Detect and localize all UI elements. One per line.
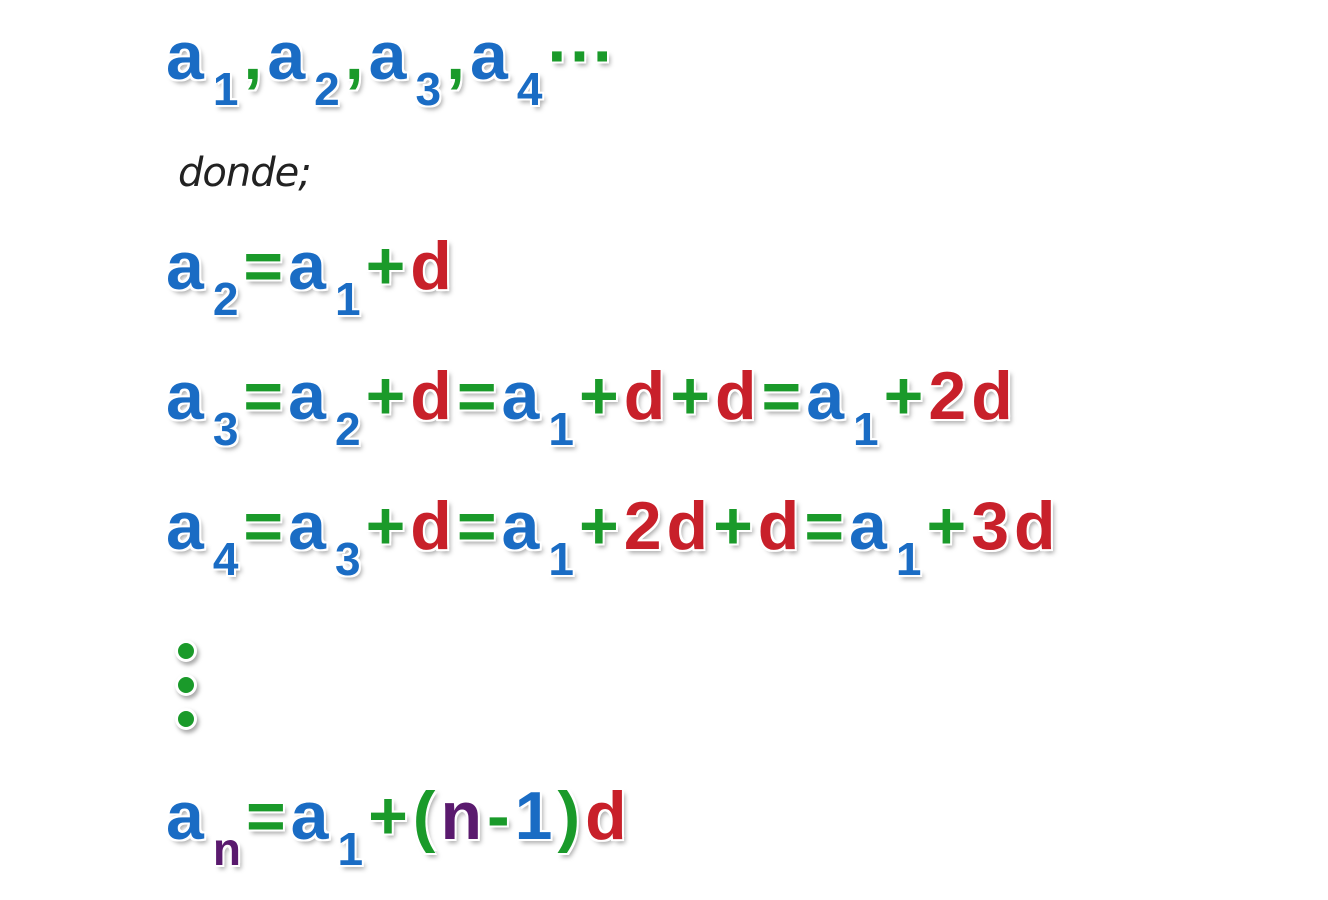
formula-token: d bbox=[410, 488, 452, 564]
formula-token: + bbox=[883, 358, 924, 434]
formula-token: a bbox=[806, 358, 845, 434]
subscript: 2 bbox=[212, 273, 239, 325]
formula-token: d bbox=[410, 358, 452, 434]
formula-token: a bbox=[849, 488, 887, 564]
subscript: 3 bbox=[334, 533, 361, 585]
formula-token: a bbox=[368, 18, 407, 94]
formula-a2: a 2=a 1+d bbox=[166, 228, 457, 322]
formula-token: + bbox=[368, 778, 408, 854]
formula-token: = bbox=[761, 358, 802, 434]
formula-token: a bbox=[501, 488, 540, 564]
formula-token: = bbox=[245, 778, 286, 854]
formula-token: = bbox=[243, 228, 284, 304]
formula-an: a n=a 1+(n-1)d bbox=[166, 778, 632, 872]
formula-token: + bbox=[365, 228, 406, 304]
formula-token: d bbox=[410, 228, 452, 304]
formula-token: = bbox=[804, 488, 845, 564]
formula-token: = bbox=[456, 358, 497, 434]
formula-token: 2 bbox=[928, 358, 967, 434]
formula-token: a bbox=[501, 358, 540, 434]
formula-token: a bbox=[166, 228, 204, 304]
formula-a4: a 4=a 3+d=a 1+2d+d=a 1+3d bbox=[166, 488, 1061, 582]
formula-a3: a 3=a 2+d=a 1+d+d=a 1+2d bbox=[166, 358, 1018, 452]
dot-icon bbox=[175, 674, 197, 696]
formula-token: d bbox=[714, 358, 757, 434]
formula-token: = bbox=[456, 488, 497, 564]
subscript: 1 bbox=[548, 403, 574, 455]
formula-token: ) bbox=[557, 778, 581, 854]
formula-token: + bbox=[578, 488, 619, 564]
formula-token: d bbox=[666, 488, 709, 564]
formula-token: - bbox=[487, 778, 510, 854]
formula-token: = bbox=[243, 488, 284, 564]
subscript: 4 bbox=[212, 533, 239, 585]
subscript: 3 bbox=[212, 403, 239, 455]
subscript: 1 bbox=[895, 533, 922, 585]
formula-token: 3 bbox=[971, 488, 1010, 564]
formula-token: = bbox=[243, 358, 284, 434]
formula-token: , bbox=[243, 18, 263, 94]
formula-token: + bbox=[578, 358, 619, 434]
formula-token: a bbox=[166, 488, 204, 564]
formula-token: a bbox=[166, 18, 204, 94]
subscript: 1 bbox=[212, 63, 239, 115]
formula-token: ··· bbox=[547, 18, 616, 94]
subscript: 2 bbox=[334, 403, 361, 455]
subscript: 4 bbox=[516, 63, 543, 115]
formula-token: 1 bbox=[514, 778, 553, 854]
formula-token: d bbox=[623, 358, 666, 434]
donde-label: donde; bbox=[178, 150, 312, 196]
formula-token: n bbox=[440, 778, 482, 854]
formula-token: d bbox=[757, 488, 800, 564]
formula-token: + bbox=[670, 358, 710, 434]
formula-token: a bbox=[288, 358, 326, 434]
formula-token: + bbox=[713, 488, 753, 564]
sequence-line: a 1,a 2,a 3,a 4··· bbox=[166, 18, 620, 112]
formula-token: , bbox=[344, 18, 364, 94]
formula-token: a bbox=[166, 778, 204, 854]
formula-token: , bbox=[446, 18, 465, 94]
formula-token: + bbox=[365, 488, 406, 564]
formula-token: a bbox=[290, 778, 329, 854]
formula-token: a bbox=[469, 18, 508, 94]
formula-token: a bbox=[288, 228, 326, 304]
formula-token: d bbox=[1014, 488, 1056, 564]
subscript: 1 bbox=[548, 533, 574, 585]
formula-token: 2 bbox=[623, 488, 662, 564]
formula-token: a bbox=[288, 488, 326, 564]
formula-token: + bbox=[365, 358, 406, 434]
formula-token: a bbox=[267, 18, 306, 94]
dot-icon bbox=[175, 708, 197, 730]
subscript: 1 bbox=[337, 823, 364, 875]
subscript: 1 bbox=[853, 403, 879, 455]
dot-icon bbox=[175, 640, 197, 662]
formula-token: + bbox=[926, 488, 967, 564]
subscript: 3 bbox=[415, 63, 442, 115]
subscript: n bbox=[212, 823, 241, 875]
subscript: 1 bbox=[334, 273, 361, 325]
formula-token: d bbox=[971, 358, 1013, 434]
formula-token: ( bbox=[412, 778, 436, 854]
subscript: 2 bbox=[314, 63, 340, 115]
formula-token: a bbox=[166, 358, 204, 434]
formula-token: d bbox=[585, 778, 627, 854]
